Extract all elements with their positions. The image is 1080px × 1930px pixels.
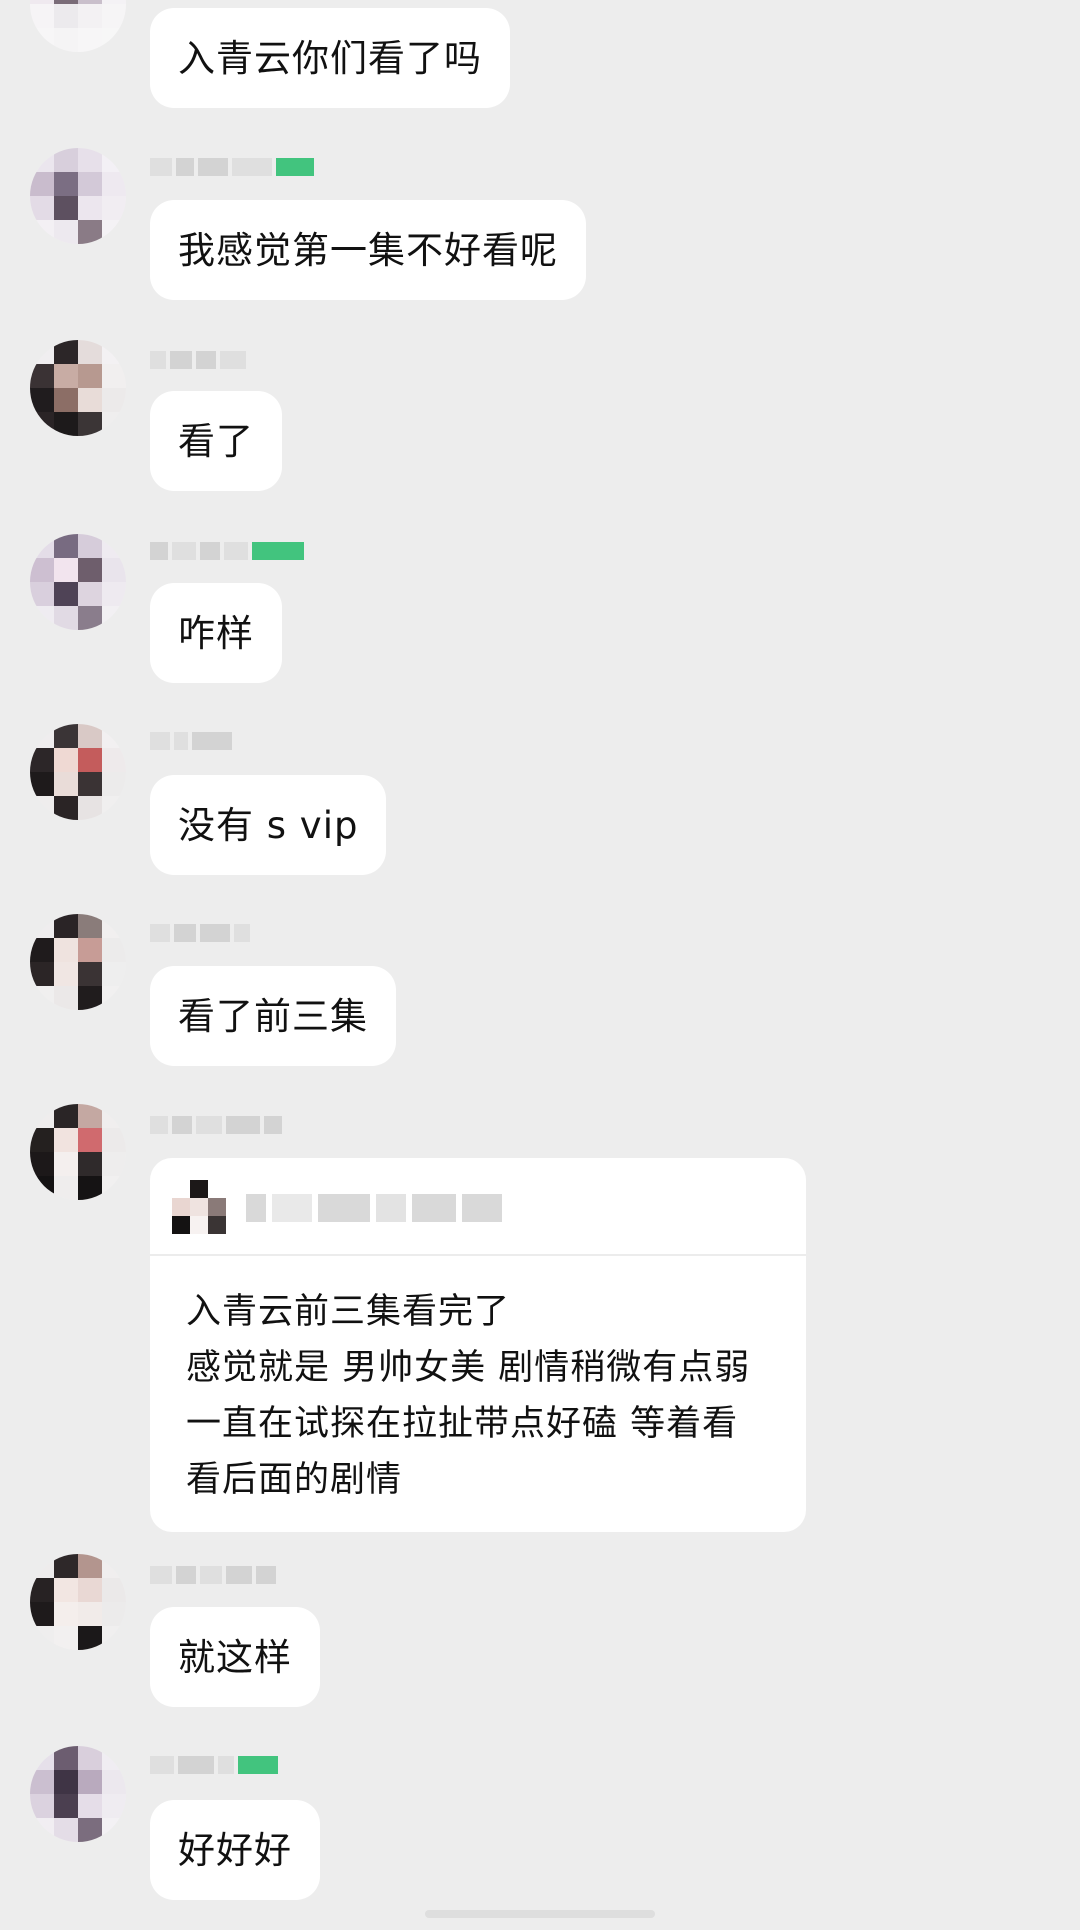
avatar[interactable]	[30, 1746, 126, 1842]
message-bubble[interactable]: 我感觉第一集不好看呢	[150, 200, 586, 300]
avatar[interactable]	[30, 534, 126, 630]
message-text: 看了前三集	[178, 994, 368, 1038]
message-text: 入青云你们看了吗	[178, 36, 482, 80]
sender-name-redacted	[150, 154, 314, 180]
sender-name-redacted	[150, 1752, 278, 1778]
home-indicator	[425, 1910, 655, 1918]
quoted-sender-avatar	[172, 1180, 226, 1234]
message-text: 我感觉第一集不好看呢	[178, 228, 558, 272]
message-text: 看了	[178, 419, 254, 463]
quoted-line: 入青云前三集看完了	[186, 1292, 511, 1332]
quoted-sender-header	[150, 1158, 806, 1256]
avatar[interactable]	[30, 148, 126, 244]
message-text: 就这样	[178, 1635, 292, 1679]
message-text: 咋样	[178, 611, 254, 655]
avatar[interactable]	[30, 1104, 126, 1200]
sender-name-redacted	[150, 347, 246, 373]
avatar[interactable]	[30, 1554, 126, 1650]
message-bubble[interactable]: 看了前三集	[150, 966, 396, 1066]
sender-name-redacted	[150, 920, 250, 946]
avatar[interactable]	[30, 914, 126, 1010]
message-bubble[interactable]: 咋样	[150, 583, 282, 683]
sender-name-redacted	[150, 728, 232, 754]
message-bubble[interactable]: 没有 s vip	[150, 775, 387, 875]
quoted-message-text: 入青云前三集看完了 感觉就是 男帅女美 剧情稍微有点弱 一直在试探在拉扯带点好磕…	[186, 1284, 786, 1508]
avatar[interactable]	[30, 0, 126, 52]
message-bubble[interactable]: 入青云你们看了吗	[150, 8, 510, 108]
quoted-sender-name-redacted	[246, 1194, 502, 1222]
message-text: 没有 s vip	[178, 803, 359, 847]
message-bubble[interactable]: 好好好	[150, 1800, 320, 1900]
quoted-message-card[interactable]: 入青云前三集看完了 感觉就是 男帅女美 剧情稍微有点弱 一直在试探在拉扯带点好磕…	[150, 1158, 806, 1532]
quoted-line: 感觉就是 男帅女美 剧情稍微有点弱	[186, 1348, 751, 1388]
message-text: 好好好	[178, 1828, 292, 1872]
message-bubble[interactable]: 就这样	[150, 1607, 320, 1707]
sender-name-redacted	[150, 538, 304, 564]
sender-name-redacted	[150, 1112, 282, 1138]
avatar[interactable]	[30, 724, 126, 820]
quoted-line: 一直在试探在拉扯带点好磕 等着看	[186, 1404, 739, 1444]
sender-name-redacted	[150, 1562, 276, 1588]
avatar[interactable]	[30, 340, 126, 436]
message-bubble[interactable]: 看了	[150, 391, 282, 491]
quoted-line: 看后面的剧情	[186, 1460, 403, 1500]
